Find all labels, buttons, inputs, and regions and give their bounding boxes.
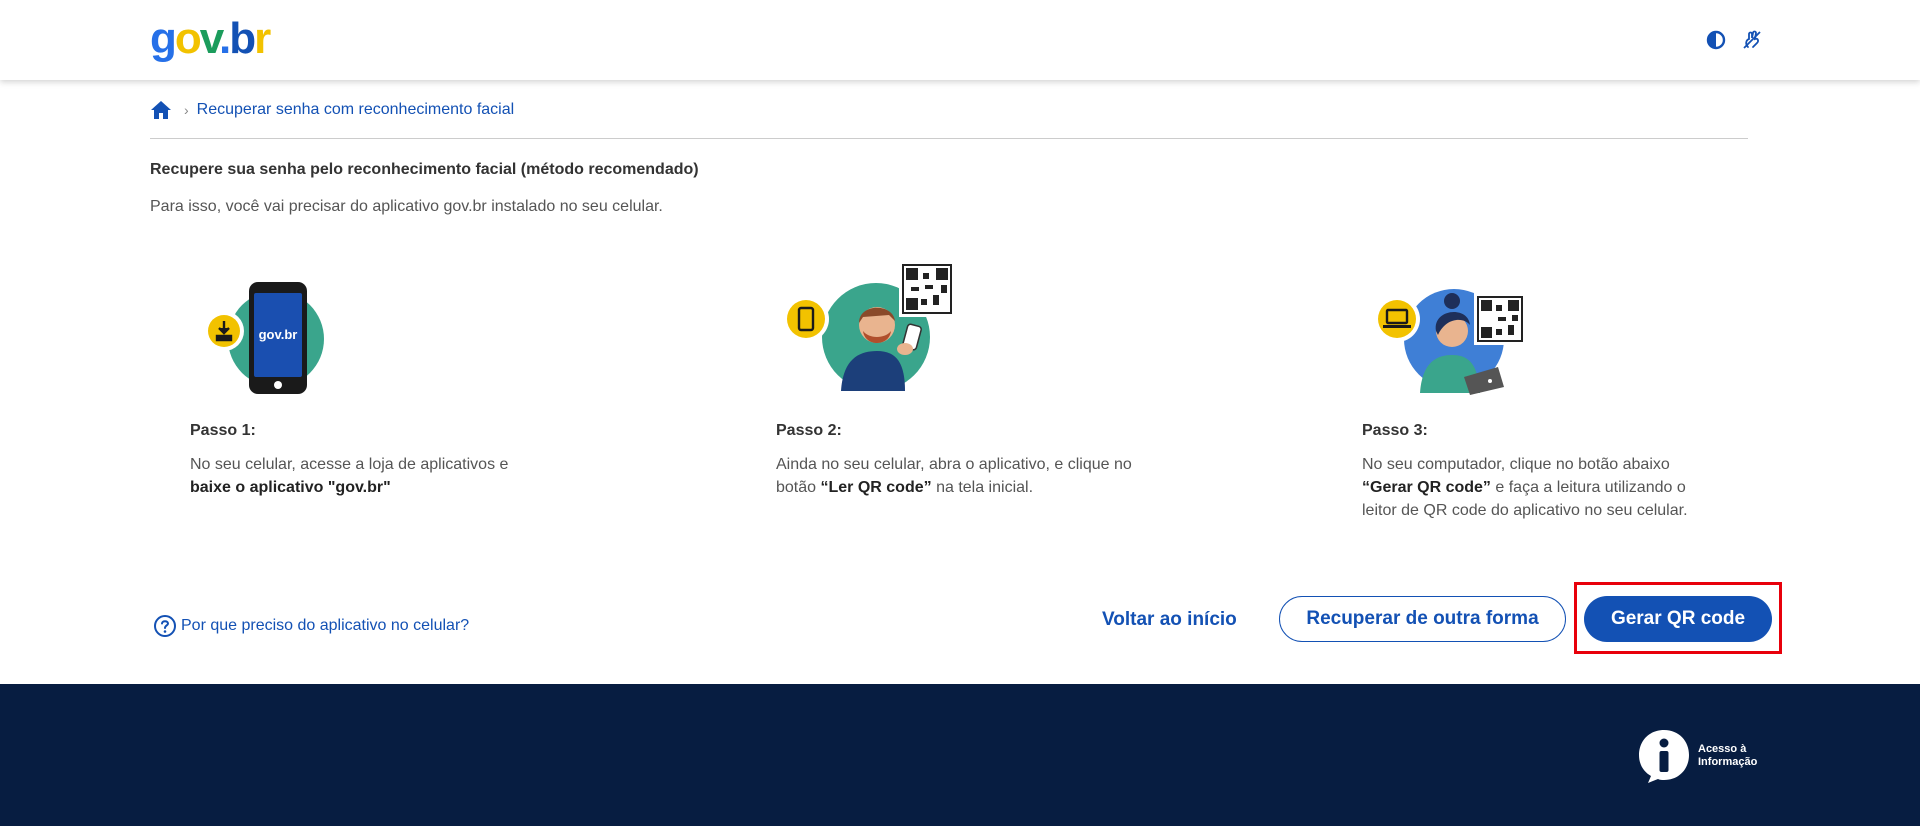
libras-icon[interactable]: [1740, 28, 1764, 52]
step-1-illustration: gov.br: [190, 265, 350, 405]
step-3: Passo 3: No seu computador, clique no bo…: [1362, 265, 1722, 519]
step-1: gov.br Passo 1: No seu celular, acesse a…: [190, 265, 550, 496]
govbr-logo[interactable]: gov.br: [150, 14, 271, 64]
step-2-label: Passo 2:: [776, 422, 842, 439]
page-subtitle: Para isso, você vai precisar do aplicati…: [150, 198, 663, 215]
breadcrumb-separator: ›: [184, 102, 189, 118]
page-title: Recupere sua senha pelo reconhecimento f…: [150, 161, 699, 178]
step-3-text: No seu computador, clique no botão abaix…: [1362, 456, 1688, 519]
man-scanning-illustration: [783, 261, 955, 391]
phone-download-illustration: gov.br: [204, 282, 324, 394]
access-to-information-text: Acesso à Informação: [1698, 743, 1758, 768]
phone-govbr-logo: gov.br: [259, 327, 298, 342]
help-link-text[interactable]: Por que preciso do aplicativo no celular…: [181, 617, 469, 635]
back-to-start-button[interactable]: Voltar ao início: [1102, 596, 1237, 644]
breadcrumb: › Recuperar senha com reconhecimento fac…: [150, 98, 514, 122]
divider: [150, 138, 1748, 139]
step-2: Passo 2: Ainda no seu celular, abra o ap…: [776, 261, 1136, 496]
step-1-text: No seu celular, acesse a loja de aplicat…: [190, 456, 509, 496]
woman-laptop-illustration: [1374, 289, 1526, 395]
step-2-illustration: [776, 261, 955, 405]
breadcrumb-current[interactable]: Recuperar senha com reconhecimento facia…: [197, 101, 515, 119]
site-header: gov.br: [0, 0, 1920, 80]
access-to-information-link[interactable]: Acesso à Informação: [1636, 728, 1757, 784]
step-3-illustration: [1362, 265, 1526, 405]
question-circle-icon: [154, 615, 176, 637]
step-1-label: Passo 1:: [190, 422, 256, 439]
site-footer: Acesso à Informação: [0, 684, 1920, 826]
generate-qr-code-button[interactable]: Gerar QR code: [1584, 596, 1772, 642]
step-3-label: Passo 3:: [1362, 422, 1428, 439]
help-link[interactable]: Por que preciso do aplicativo no celular…: [153, 614, 469, 638]
info-icon: [1639, 730, 1689, 783]
contrast-icon[interactable]: [1704, 28, 1728, 52]
home-icon[interactable]: [150, 100, 172, 120]
step-2-text: Ainda no seu celular, abra o aplicativo,…: [776, 456, 1132, 496]
recover-other-way-button[interactable]: Recuperar de outra forma: [1279, 596, 1566, 642]
